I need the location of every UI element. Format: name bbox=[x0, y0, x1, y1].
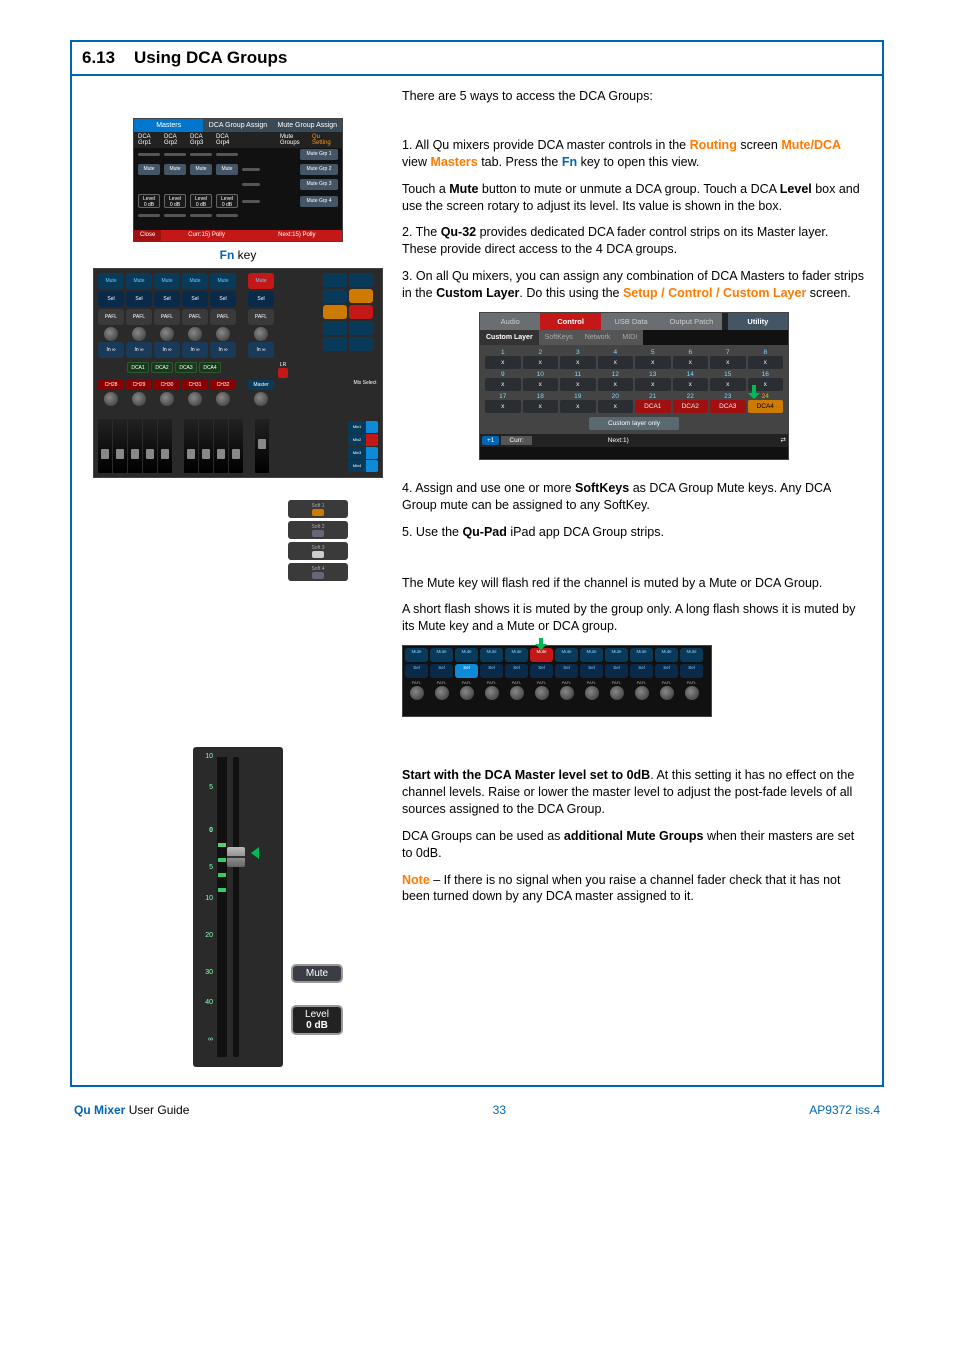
mute-group-3[interactable]: Mute Grp 3 bbox=[300, 179, 338, 190]
para-4: 3. On all Qu mixers, you can assign any … bbox=[402, 268, 866, 302]
dca2-master[interactable]: DCA2 bbox=[151, 362, 173, 373]
page-footer: Qu Mixer User Guide 33 AP9372 iss.4 bbox=[70, 1103, 884, 1117]
slot-dca4[interactable]: DCA4 bbox=[748, 400, 784, 413]
tab-mute-assign[interactable]: Mute Group Assign bbox=[273, 119, 342, 132]
slot-dca3[interactable]: DCA3 bbox=[710, 400, 746, 413]
dca2-level[interactable]: Level0 dB bbox=[164, 194, 186, 208]
subtab-custom-layer[interactable]: Custom Layer bbox=[480, 330, 539, 345]
softkey-a[interactable] bbox=[323, 321, 347, 335]
dca3-master[interactable]: DCA3 bbox=[175, 362, 197, 373]
tab-utility[interactable]: Utility bbox=[728, 313, 788, 330]
softkey-5[interactable] bbox=[323, 273, 347, 287]
dca4-level[interactable]: Level0 dB bbox=[216, 194, 238, 208]
dca1-mute[interactable]: Mute bbox=[138, 164, 160, 175]
custom-layer-only-button[interactable]: Custom layer only bbox=[589, 417, 679, 430]
softkey-6[interactable] bbox=[349, 273, 373, 287]
dca1-level[interactable]: Level0 dB bbox=[138, 194, 160, 208]
para-10: DCA Groups can be used as additional Mut… bbox=[402, 828, 866, 862]
soft-3[interactable]: Soft 3 bbox=[288, 542, 348, 560]
mute-group-2[interactable]: Mute Grp 2 bbox=[300, 164, 338, 175]
softkey-9[interactable] bbox=[323, 305, 347, 319]
master-layer-screenshot: MuteSelPAFLIn ∞ MuteSelPAFLIn ∞ MuteSelP… bbox=[93, 268, 383, 478]
section-header: 6.13 Using DCA Groups bbox=[72, 42, 882, 76]
para-5: 4. Assign and use one or more SoftKeys a… bbox=[402, 480, 866, 514]
swap-icon[interactable]: ⇄ bbox=[781, 436, 786, 444]
fx3-led[interactable] bbox=[366, 447, 378, 459]
para-2: Touch a Mute button to mute or unmute a … bbox=[402, 181, 866, 215]
mix-select-label: Mix Select bbox=[352, 380, 378, 407]
dca3-mute[interactable]: Mute bbox=[190, 164, 212, 175]
left-column: Masters DCA Group Assign Mute Group Assi… bbox=[88, 88, 388, 1067]
fader-cap[interactable] bbox=[227, 847, 245, 867]
dca1-master[interactable]: DCA1 bbox=[127, 362, 149, 373]
subtab-network[interactable]: Network bbox=[579, 330, 617, 345]
fader-pointer-icon bbox=[251, 847, 259, 859]
tab-masters[interactable]: Masters bbox=[134, 119, 203, 132]
softkey-c[interactable] bbox=[323, 337, 347, 351]
para-3: 2. The Qu-32 provides dedicated DCA fade… bbox=[402, 224, 866, 258]
tab-output[interactable]: Output Patch bbox=[661, 313, 721, 330]
para-6: 5. Use the Qu-Pad iPad app DCA Group str… bbox=[402, 524, 866, 541]
fader-track bbox=[233, 757, 239, 1057]
dca-master-strip: 10 5 0 5 10 20 30 40 ∞ bbox=[193, 747, 283, 1067]
fx4-led[interactable] bbox=[366, 460, 378, 472]
routing-mute-dca-screenshot: Masters DCA Group Assign Mute Group Assi… bbox=[133, 118, 343, 242]
tab-dca-assign[interactable]: DCA Group Assign bbox=[203, 119, 272, 132]
tab-audio[interactable]: Audio bbox=[480, 313, 540, 330]
soft-1[interactable]: Soft 1 bbox=[288, 500, 348, 518]
close-button[interactable]: Close bbox=[134, 230, 161, 241]
right-column: There are 5 ways to access the DCA Group… bbox=[388, 88, 866, 1067]
para-1: 1. All Qu mixers provide DCA master cont… bbox=[402, 137, 866, 171]
custom-layer-screenshot: Audio Control USB Data Output Patch Util… bbox=[479, 312, 789, 460]
intro-text: There are 5 ways to access the DCA Group… bbox=[402, 88, 866, 105]
softkeys-block: Soft 1 Soft 2 Soft 3 Soft 4 bbox=[288, 500, 348, 581]
softkey-10[interactable] bbox=[349, 305, 373, 319]
mute-group-4[interactable]: Mute Grp 4 bbox=[300, 196, 338, 207]
softkey-d[interactable] bbox=[349, 337, 373, 351]
strip-level-box[interactable]: Level 0 dB bbox=[291, 1005, 343, 1035]
tab-control[interactable]: Control bbox=[540, 313, 600, 330]
slot-dca1[interactable]: DCA1 bbox=[635, 400, 671, 413]
slot-dca2[interactable]: DCA2 bbox=[673, 400, 709, 413]
subtab-softkeys[interactable]: SoftKeys bbox=[539, 330, 579, 345]
page-frame: 6.13 Using DCA Groups Masters DCA Group … bbox=[70, 40, 884, 1087]
dca4-master[interactable]: DCA4 bbox=[199, 362, 221, 373]
fx1-led[interactable] bbox=[366, 421, 378, 433]
meter bbox=[217, 757, 227, 1057]
lr-select[interactable] bbox=[278, 368, 288, 378]
strip-mute-button[interactable]: Mute bbox=[291, 964, 343, 983]
dca3-level[interactable]: Level0 dB bbox=[190, 194, 212, 208]
dca4-mute[interactable]: Mute bbox=[216, 164, 238, 175]
fx2-led[interactable] bbox=[366, 434, 378, 446]
soft-2[interactable]: Soft 2 bbox=[288, 521, 348, 539]
softkey-8[interactable] bbox=[349, 289, 373, 303]
fn-key-caption: Fn key bbox=[88, 248, 388, 262]
arrow-down-icon bbox=[748, 385, 760, 399]
plus-one-button[interactable]: +1 bbox=[482, 436, 499, 445]
softkey-7[interactable] bbox=[323, 289, 347, 303]
dca2-mute[interactable]: Mute bbox=[164, 164, 186, 175]
softkey-b[interactable] bbox=[349, 321, 373, 335]
mute-group-1[interactable]: Mute Grp 1 bbox=[300, 149, 338, 160]
curr-label: Curr: bbox=[501, 436, 531, 445]
next-label: Next:1) bbox=[608, 437, 629, 444]
tab-usb[interactable]: USB Data bbox=[601, 313, 661, 330]
subtab-midi[interactable]: MIDI bbox=[616, 330, 643, 345]
soft-4[interactable]: Soft 4 bbox=[288, 563, 348, 581]
para-9: Start with the DCA Master level set to 0… bbox=[402, 767, 866, 818]
para-11: Note – If there is no signal when you ra… bbox=[402, 872, 866, 906]
para-7: The Mute key will flash red if the chann… bbox=[402, 575, 866, 592]
channel-strip-mute-row: MuteSelPAFL MuteSelPAFL MuteSelPAFL Mute… bbox=[402, 645, 712, 717]
para-8: A short flash shows it is muted by the g… bbox=[402, 601, 866, 635]
section-title: 6.13 Using DCA Groups bbox=[82, 48, 872, 68]
